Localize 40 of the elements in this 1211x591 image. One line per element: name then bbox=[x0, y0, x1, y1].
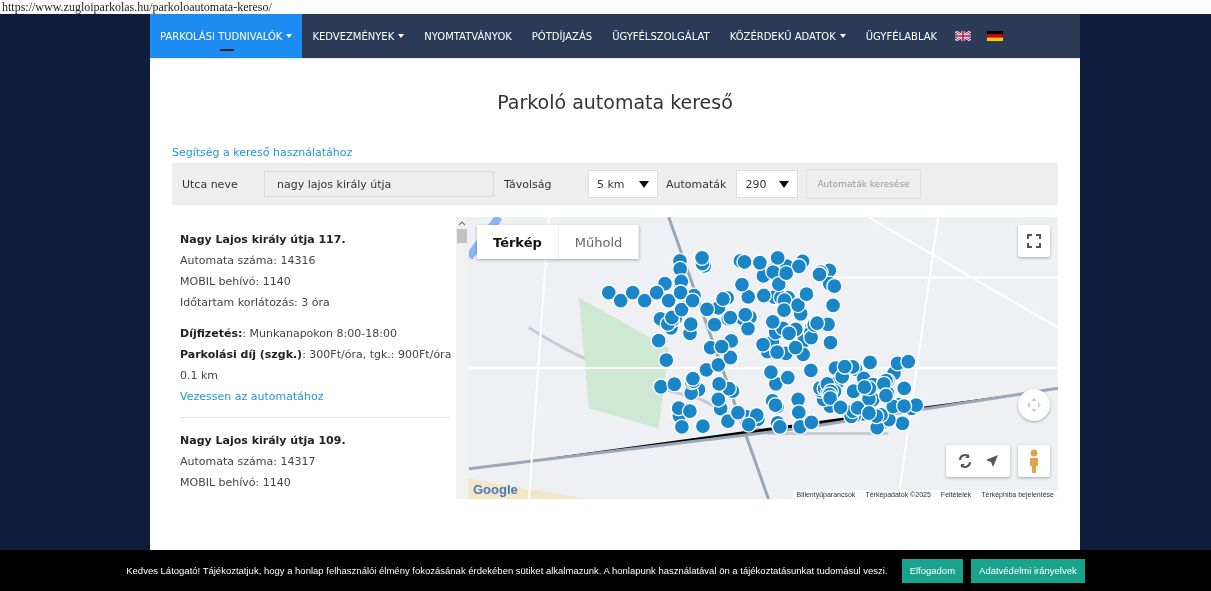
nav-menu-item[interactable]: KÖZÉRDEKŰ ADATOK bbox=[719, 14, 856, 58]
cookie-notice: Kedves Látogató! Tájékoztatjuk, hogy a honlap felhasználói élmény fokozásának érdekében sütiket alkalmazunk. A honlapunk használatával ön a tájékoztatásunkat tudomásul veszi. bbox=[126, 565, 888, 576]
pegman-icon bbox=[1028, 449, 1040, 473]
parking-marker-cluster[interactable] bbox=[600, 249, 925, 436]
result-title: Nagy Lajos király útja 117. bbox=[180, 232, 347, 248]
street-input[interactable]: nagy lajos király útja bbox=[264, 171, 494, 197]
dropdown-arrow-icon bbox=[779, 180, 790, 188]
nav-menu-item[interactable]: ÜGYFÉLABLAK bbox=[855, 14, 948, 58]
nav-menu-item[interactable]: PÓTDÍJAZÁS bbox=[521, 14, 603, 58]
nav-menu-item[interactable]: NYOMTATVÁNYOK bbox=[414, 14, 522, 58]
result-detail: Parkolási díj (szgk.): 300Ft/óra, tgk.: 900Ft/óra bbox=[180, 347, 450, 363]
scrollbar-thumb[interactable] bbox=[457, 229, 467, 243]
move-arrows-icon bbox=[1025, 396, 1043, 414]
street-label: Utca neve bbox=[182, 177, 239, 191]
map-logo: Google bbox=[473, 482, 518, 497]
map-type-tab[interactable]: Térkép bbox=[477, 225, 559, 259]
navigation-arrow-icon[interactable] bbox=[985, 454, 999, 468]
machines-label: Automaták bbox=[666, 177, 727, 191]
result-detail: Időtartam korlátozás: 3 óra bbox=[180, 295, 331, 311]
flag-icon[interactable] bbox=[987, 31, 1004, 41]
flag-icon[interactable] bbox=[955, 31, 972, 41]
dropdown-arrow-icon bbox=[639, 180, 649, 188]
result-detail: MOBIL behívó: 1140 bbox=[180, 274, 292, 290]
result-detail: Automata száma: 14317 bbox=[180, 454, 317, 470]
result-detail: MOBIL behívó: 1140 bbox=[180, 475, 292, 491]
fullscreen-button[interactable] bbox=[1018, 225, 1050, 257]
map-type-tab[interactable]: Műhold bbox=[558, 225, 640, 259]
result-title: Nagy Lajos király útja 109. bbox=[180, 433, 347, 449]
result-detail: 0.1 km bbox=[180, 368, 220, 384]
page-title: Parkoló automata kereső bbox=[496, 90, 734, 113]
result-detail: Díjfizetés:: Munkanapokon 8:00-18:00 bbox=[180, 326, 398, 342]
distance-label: Távolság bbox=[504, 177, 553, 191]
machines-select[interactable]: 290 bbox=[736, 170, 799, 198]
nav-menu-item[interactable]: KEDVEZMÉNYEK bbox=[302, 14, 415, 58]
nav-menu-item[interactable]: ÜGYFÉLSZOLGÁLAT bbox=[602, 14, 720, 58]
url-caption: https://www.zugloiparkolas.hu/parkoloautomata-kereso/ bbox=[0, 0, 1211, 14]
rotate-icon[interactable] bbox=[957, 453, 973, 469]
fullscreen-icon bbox=[1027, 234, 1041, 248]
result-detail: Automata száma: 14316 bbox=[180, 253, 317, 269]
distance-select[interactable]: 5 km bbox=[588, 170, 658, 198]
